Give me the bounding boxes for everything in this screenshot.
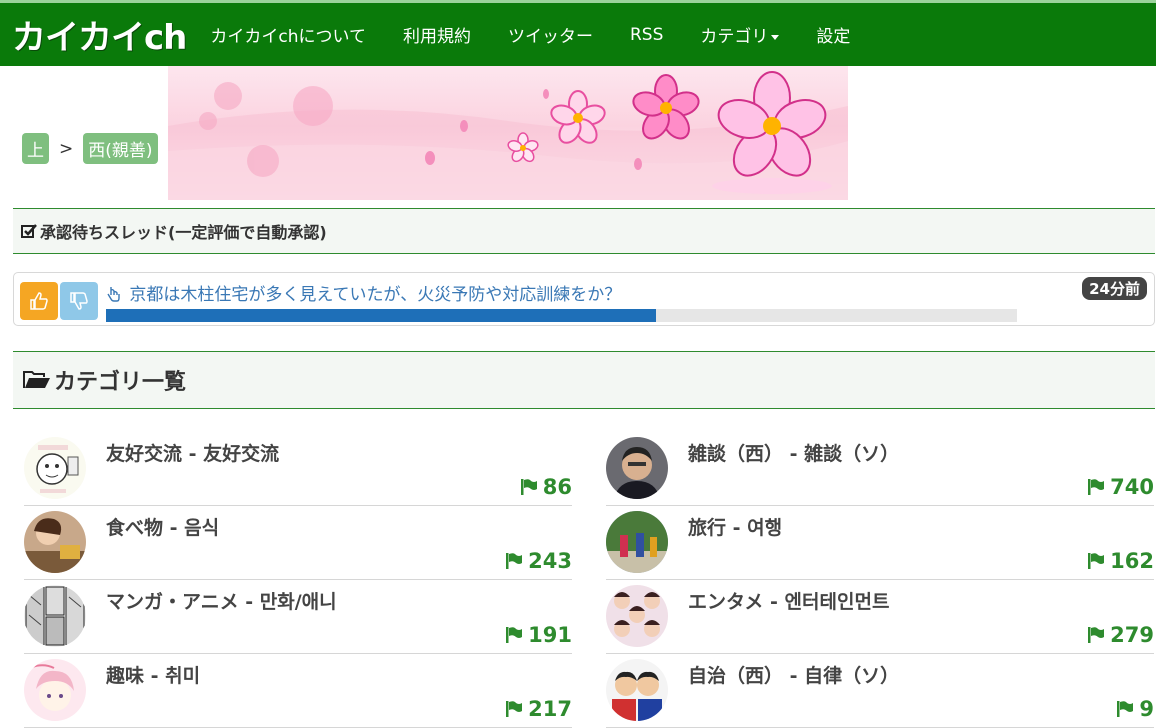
category-avatar	[24, 511, 86, 573]
category-title: 食べ物 - 음식	[106, 517, 220, 539]
category-item[interactable]: マンガ・アニメ - 만화/애니 191	[24, 580, 572, 654]
nav-terms[interactable]: 利用規約	[403, 22, 471, 47]
nav-category-label: カテゴリ	[700, 27, 769, 47]
upvote-button[interactable]	[20, 282, 58, 320]
checkbox-icon	[21, 224, 37, 238]
category-title: 友好交流 - 友好交流	[106, 443, 280, 465]
flag-icon	[1117, 701, 1134, 717]
category-count: 279	[1087, 623, 1154, 647]
approval-progress-bar	[106, 309, 1017, 322]
category-count-value: 9	[1139, 697, 1154, 721]
hand-pointer-icon	[107, 287, 120, 302]
flag-icon	[1088, 553, 1105, 569]
category-count-value: 740	[1110, 475, 1154, 499]
category-title: 雑談（西） - 雑談（ソ）	[688, 443, 900, 465]
chevron-down-icon	[771, 34, 780, 40]
category-count: 740	[1087, 475, 1154, 499]
nav-category-dropdown[interactable]: カテゴリ	[700, 22, 780, 47]
category-count-value: 217	[528, 697, 572, 721]
pending-threads-header: 承認待ちスレッド(一定評価で自動承認)	[13, 208, 1155, 254]
category-avatar	[606, 659, 668, 721]
pending-thread-item: 京都は木柱住宅が多く見えていたが、火災予防や対応訓練をか？ 24分前	[13, 272, 1155, 326]
category-item[interactable]: 友好交流 - 友好交流 86	[24, 432, 572, 506]
category-count-value: 191	[528, 623, 572, 647]
category-item[interactable]: 旅行 - 여행 162	[606, 506, 1154, 580]
category-count: 217	[505, 697, 572, 721]
category-avatar	[24, 437, 86, 499]
pending-thread-title: 京都は木柱住宅が多く見えていたが、火災予防や対応訓練をか？	[129, 285, 622, 305]
category-title: 趣味 - 취미	[106, 665, 201, 687]
breadcrumb-separator: >	[59, 138, 74, 159]
category-avatar	[606, 437, 668, 499]
approval-progress-fill	[106, 309, 657, 322]
top-navbar: カイカイch カイカイchについて 利用規約 ツイッター RSS カテゴリ 設定	[0, 0, 1156, 66]
category-list-header: カテゴリ一覧	[13, 351, 1155, 409]
category-count: 243	[505, 549, 572, 573]
category-item[interactable]: エンタメ - 엔터테인먼트 279	[606, 580, 1154, 654]
category-count: 9	[1116, 697, 1154, 721]
downvote-button[interactable]	[60, 282, 98, 320]
category-title: 旅行 - 여행	[688, 517, 783, 539]
flag-icon	[506, 553, 523, 569]
site-logo[interactable]: カイカイch	[12, 10, 187, 59]
category-avatar	[24, 585, 86, 647]
category-avatar	[24, 659, 86, 721]
breadcrumb-up[interactable]: 上	[22, 133, 49, 164]
breadcrumb: 上 > 西(親善)	[22, 133, 158, 164]
pending-thread-link[interactable]: 京都は木柱住宅が多く見えていたが、火災予防や対応訓練をか？	[106, 280, 621, 305]
category-item[interactable]: 自治（西） - 自律（ソ） 9	[606, 654, 1154, 728]
category-column-left: 友好交流 - 友好交流 86 食べ物 - 음식 243 マンガ・アニメ - 만화…	[24, 432, 572, 728]
flag-icon	[520, 479, 537, 495]
category-count-value: 243	[528, 549, 572, 573]
nav-twitter[interactable]: ツイッター	[508, 22, 593, 47]
category-count: 162	[1087, 549, 1154, 573]
banner-image	[168, 66, 848, 200]
pending-threads-title: 承認待ちスレッド(一定評価で自動承認)	[40, 223, 327, 242]
category-title: マンガ・アニメ - 만화/애니	[106, 591, 337, 613]
nav-about[interactable]: カイカイchについて	[210, 22, 366, 47]
category-title: 自治（西） - 自律（ソ）	[688, 665, 900, 687]
nav-settings[interactable]: 設定	[816, 22, 850, 47]
flag-icon	[506, 701, 523, 717]
category-title: エンタメ - 엔터테인먼트	[688, 591, 890, 613]
breadcrumb-current[interactable]: 西(親善)	[83, 133, 158, 164]
category-item[interactable]: 雑談（西） - 雑談（ソ） 740	[606, 432, 1154, 506]
category-item[interactable]: 食べ物 - 음식 243	[24, 506, 572, 580]
sakura-banner-art	[168, 71, 848, 200]
category-count: 191	[505, 623, 572, 647]
nav-rss[interactable]: RSS	[630, 25, 663, 45]
thumbs-down-icon	[70, 292, 88, 310]
category-avatar	[606, 585, 668, 647]
flag-icon	[1088, 479, 1105, 495]
nav-menu: カイカイchについて 利用規約 ツイッター RSS カテゴリ 設定	[210, 22, 887, 48]
time-badge: 24分前	[1082, 277, 1147, 300]
category-count-value: 279	[1110, 623, 1154, 647]
thumbs-up-icon	[30, 292, 48, 310]
flag-icon	[1088, 627, 1105, 643]
category-item[interactable]: 趣味 - 취미 217	[24, 654, 572, 728]
category-count: 86	[520, 475, 572, 499]
flag-icon	[506, 627, 523, 643]
folder-open-icon	[23, 371, 50, 388]
category-column-right: 雑談（西） - 雑談（ソ） 740 旅行 - 여행 162 エンタメ - 엔터테…	[606, 432, 1154, 728]
category-count-value: 162	[1110, 549, 1154, 573]
category-avatar	[606, 511, 668, 573]
category-count-value: 86	[542, 475, 572, 499]
category-list-title: カテゴリ一覧	[54, 370, 187, 395]
